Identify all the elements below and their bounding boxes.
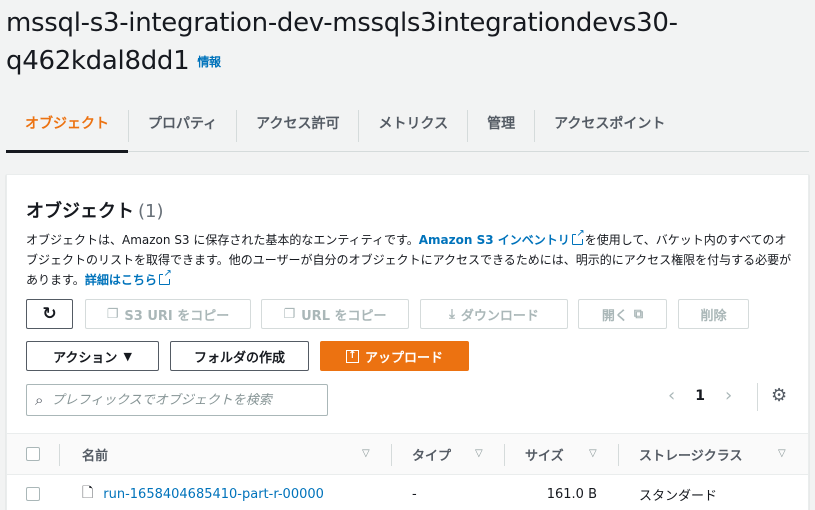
object-name-link[interactable]: run-1658404685410-part-r-00000: [103, 487, 324, 502]
actions-label: アクション: [53, 350, 118, 366]
select-all-cell: [26, 434, 40, 474]
refresh-icon: ↻: [42, 303, 57, 324]
type-cell: -: [412, 486, 417, 502]
objects-panel: オブジェクト (1) オブジェクトは、Amazon S3 に保存された基本的なエン…: [6, 174, 809, 510]
copy-url-button[interactable]: ❐ URL をコピー: [261, 299, 409, 329]
column-divider: [618, 444, 619, 466]
column-divider: [504, 444, 505, 466]
next-page-icon[interactable]: ›: [725, 385, 732, 406]
sort-icon[interactable]: ▽: [778, 448, 786, 459]
name-cell: 🗋 run-1658404685410-part-r-00000: [82, 475, 324, 510]
create-folder-button[interactable]: フォルダの作成: [170, 341, 309, 371]
details-link[interactable]: 詳細はこちら: [85, 273, 157, 287]
refresh-button[interactable]: ↻: [26, 299, 73, 329]
download-icon: ⤓: [449, 306, 455, 322]
desc-text-1: オブジェクトは、Amazon S3 に保存された基本的なエンティティです。: [26, 233, 419, 247]
external-link-icon: [571, 229, 585, 245]
tab-management[interactable]: 管理: [468, 100, 534, 152]
search-box: ⌕: [26, 384, 328, 416]
open-label: 開く: [601, 308, 628, 324]
column-divider: [391, 444, 392, 466]
pagination: ‹ 1 ›: [668, 385, 732, 406]
copy-s3-uri-label: S3 URI をコピー: [124, 308, 230, 324]
delete-label: 削除: [700, 308, 727, 324]
search-input[interactable]: [51, 392, 302, 408]
size-cell: 161.0 B: [546, 486, 597, 502]
gear-icon[interactable]: ⚙: [771, 385, 787, 406]
sort-icon[interactable]: ▽: [362, 448, 370, 459]
tab-bar: オブジェクト プロパティ アクセス許可 メトリクス 管理 アクセスポイント: [6, 100, 809, 153]
external-link-icon: [158, 269, 172, 285]
sort-icon[interactable]: ▽: [475, 448, 483, 459]
tab-objects[interactable]: オブジェクト: [6, 100, 128, 153]
page-title: mssql-s3-integration-dev-mssqls3integrat…: [6, 4, 806, 81]
open-button[interactable]: 開く ⧉: [578, 299, 667, 329]
table-row: 🗋 run-1658404685410-part-r-00000 - 161.0…: [7, 475, 808, 510]
actions-dropdown[interactable]: アクション ▼: [26, 341, 159, 371]
copy-icon: ❐: [283, 306, 296, 322]
select-all-checkbox[interactable]: [26, 447, 40, 461]
download-button[interactable]: ⤓ ダウンロード: [420, 299, 568, 329]
panel-description: オブジェクトは、Amazon S3 に保存された基本的なエンティティです。Ama…: [26, 229, 796, 290]
tab-permissions[interactable]: アクセス許可: [237, 100, 358, 152]
header-type[interactable]: タイプ: [412, 434, 451, 474]
prev-page-icon[interactable]: ‹: [668, 385, 675, 406]
caret-down-icon: ▼: [123, 349, 132, 363]
header-size[interactable]: サイズ: [525, 434, 564, 474]
download-label: ダウンロード: [460, 308, 539, 324]
sort-icon[interactable]: ▽: [589, 448, 597, 459]
storage-class-cell: スタンダード: [639, 488, 718, 504]
panel-title-text: オブジェクト: [26, 201, 134, 222]
external-link-icon: ⧉: [633, 306, 644, 322]
tab-properties[interactable]: プロパティ: [129, 100, 236, 152]
header-storage-class[interactable]: ストレージクラス: [639, 434, 742, 474]
upload-icon: ↑: [345, 349, 359, 363]
inventory-link[interactable]: Amazon S3 インベントリ: [419, 233, 570, 247]
copy-icon: ❐: [106, 306, 119, 322]
copy-url-label: URL をコピー: [301, 308, 387, 324]
tab-access-points[interactable]: アクセスポイント: [535, 100, 684, 152]
table-header: 名前 ▽ タイプ ▽ サイズ ▽ ストレージクラス ▽: [7, 433, 808, 475]
upload-button[interactable]: ↑ アップロード: [320, 341, 469, 371]
object-count: (1): [138, 201, 164, 222]
tab-metrics[interactable]: メトリクス: [359, 100, 467, 152]
panel-title: オブジェクト (1): [26, 197, 164, 223]
file-icon: 🗋: [82, 485, 94, 501]
current-page[interactable]: 1: [695, 388, 705, 404]
upload-label: アップロード: [364, 350, 443, 366]
column-divider: [59, 444, 60, 466]
info-link[interactable]: 情報: [197, 55, 221, 69]
row-select-cell: [26, 475, 40, 510]
create-folder-label: フォルダの作成: [193, 350, 285, 366]
pagination-divider: [757, 383, 758, 411]
row-checkbox[interactable]: [26, 487, 40, 501]
bucket-name: mssql-s3-integration-dev-mssqls3integrat…: [6, 8, 678, 76]
copy-s3-uri-button[interactable]: ❐ S3 URI をコピー: [85, 299, 251, 329]
delete-button[interactable]: 削除: [678, 299, 749, 329]
search-icon: ⌕: [35, 391, 44, 409]
header-name[interactable]: 名前: [82, 434, 108, 474]
